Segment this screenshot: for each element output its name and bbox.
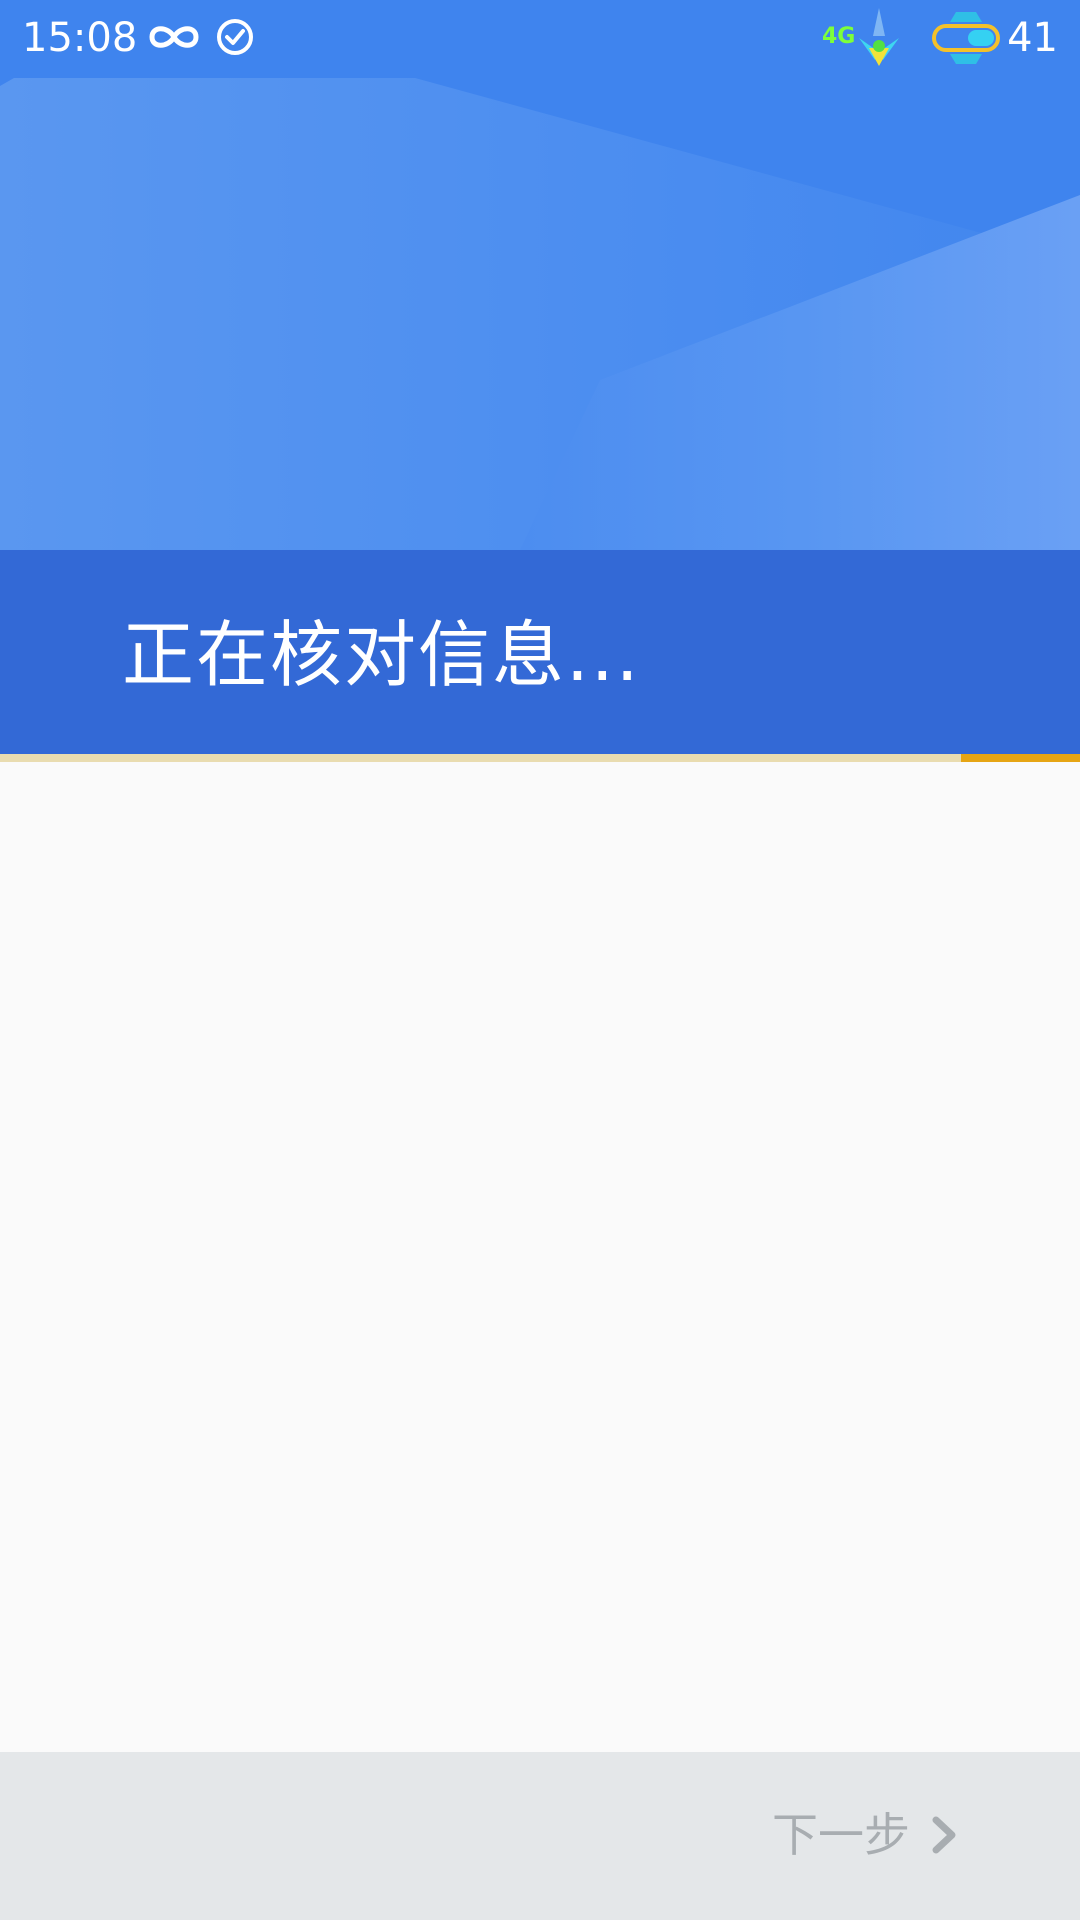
next-button[interactable]: 下一步 (772, 1800, 964, 1870)
battery-level: 41 (1007, 15, 1058, 61)
next-button-label: 下一步 (772, 1808, 910, 1862)
content-area (0, 762, 1080, 1752)
page-title: 正在核对信息... (122, 613, 641, 697)
progress-fill (961, 754, 1080, 762)
status-bar: 15:08 4G 41 (0, 0, 1080, 76)
status-time: 15:08 (22, 15, 138, 61)
network-type-label: 4G (822, 24, 856, 49)
chevron-right-icon (932, 1816, 956, 1854)
battery-icon (932, 12, 1000, 64)
hero-shapes (0, 0, 1080, 550)
progress-track (0, 754, 1080, 762)
hero-background: 15:08 4G 41 (0, 0, 1080, 550)
infinity-icon (149, 26, 199, 48)
signal-icon (859, 8, 899, 66)
screen: 15:08 4G 41 正在核对信息... 下一步 (0, 0, 1080, 1920)
check-circle-icon (217, 19, 253, 55)
